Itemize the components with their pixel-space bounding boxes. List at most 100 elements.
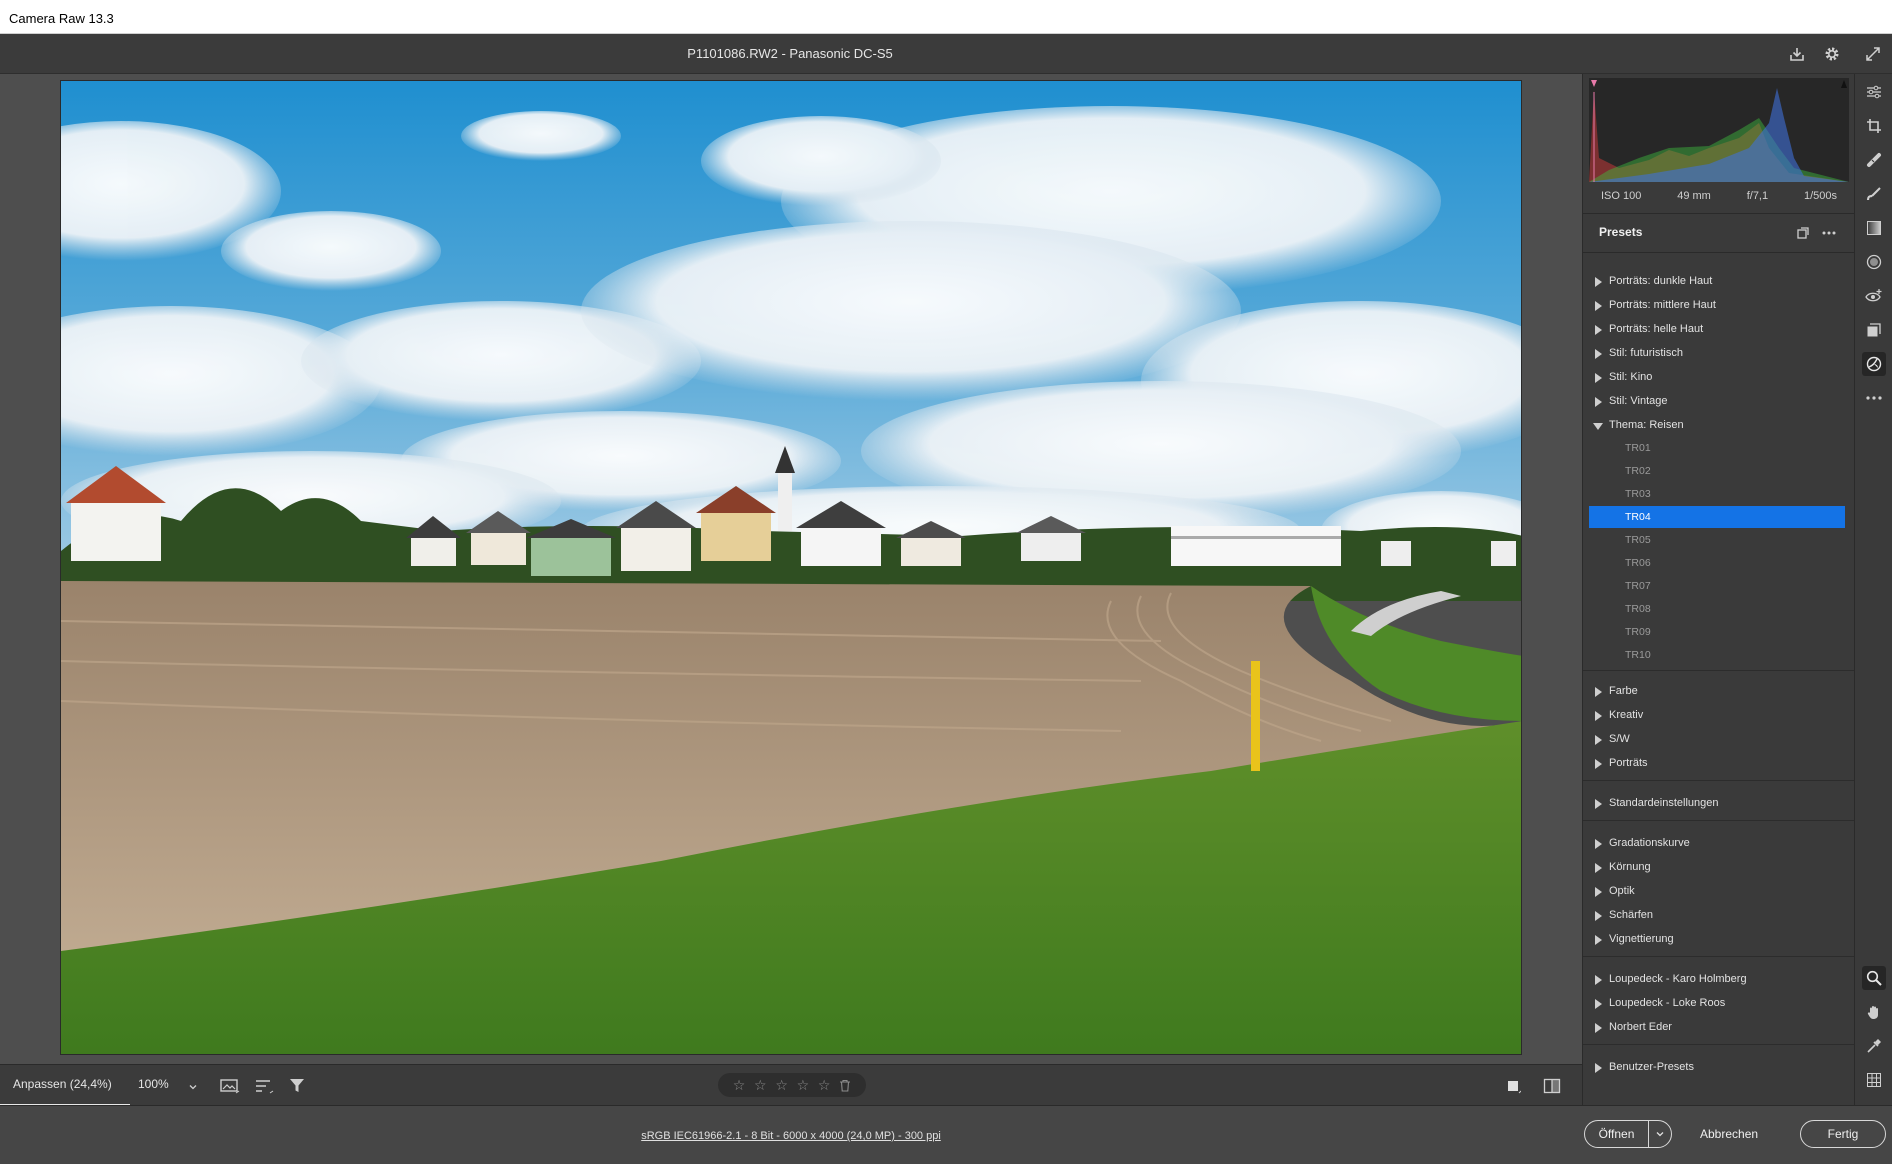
chevron-down-icon[interactable] (1649, 1121, 1671, 1147)
preset-group[interactable]: Schärfen (1583, 904, 1855, 928)
more-options-icon[interactable] (1819, 223, 1839, 243)
preset-group[interactable]: Loupedeck - Loke Roos (1583, 992, 1855, 1016)
sort-icon[interactable] (252, 1074, 276, 1098)
preset-item[interactable]: TR05 (1589, 529, 1845, 551)
red-eye-icon[interactable] (1862, 284, 1886, 308)
workflow-options-link[interactable]: sRGB IEC61966-2.1 - 8 Bit - 6000 x 4000 … (0, 1130, 1582, 1142)
star-icon[interactable]: ☆ (775, 1078, 788, 1092)
photo-preview[interactable] (60, 80, 1522, 1055)
preset-item-selected[interactable]: TR04 (1589, 506, 1845, 528)
presets-icon[interactable] (1862, 352, 1886, 376)
preset-item[interactable]: TR07 (1589, 575, 1845, 597)
preset-group[interactable]: Stil: futuristisch (1583, 342, 1855, 366)
shadow-clipping-icon[interactable] (1591, 80, 1597, 87)
preset-group[interactable]: Porträts: helle Haut (1583, 318, 1855, 342)
preset-group[interactable]: Optik (1583, 880, 1855, 904)
chevron-right-icon (1595, 839, 1602, 849)
preset-group[interactable]: S/W (1583, 728, 1855, 752)
star-icon[interactable]: ☆ (733, 1078, 746, 1092)
preset-group[interactable]: Farbe (1583, 680, 1855, 704)
edit-sliders-icon[interactable] (1862, 80, 1886, 104)
brush-icon[interactable] (1862, 182, 1886, 206)
chevron-right-icon (1595, 687, 1602, 697)
window-title: Camera Raw 13.3 (9, 11, 114, 26)
star-icon[interactable]: ☆ (754, 1078, 767, 1092)
preset-group[interactable]: Porträts (1583, 752, 1855, 776)
more-tools-icon[interactable] (1862, 386, 1886, 410)
preset-item[interactable]: TR10 (1589, 644, 1845, 666)
trash-icon[interactable] (839, 1079, 851, 1092)
zoom-level[interactable]: 100% (138, 1077, 169, 1091)
preset-group[interactable]: Kreativ (1583, 704, 1855, 728)
chevron-right-icon (1595, 1023, 1602, 1033)
preset-item[interactable]: TR08 (1589, 598, 1845, 620)
preset-group[interactable]: Benutzer-Presets (1583, 1056, 1855, 1080)
create-preset-icon[interactable] (1793, 223, 1813, 243)
snapshots-icon[interactable] (1862, 318, 1886, 342)
preset-item[interactable]: TR03 (1589, 483, 1845, 505)
graduated-filter-icon[interactable] (1862, 216, 1886, 240)
camera-raw-app: Camera Raw 13.3 P1101086.RW2 - Panasonic… (0, 0, 1892, 1164)
chevron-right-icon (1595, 799, 1602, 809)
eyedropper-icon[interactable] (1862, 1034, 1886, 1058)
presets-header: Presets (1583, 214, 1855, 252)
preset-group[interactable]: Stil: Kino (1583, 366, 1855, 390)
exif-info: ISO 100 49 mm f/7,1 1/500s (1589, 182, 1849, 210)
done-button[interactable]: Fertig (1800, 1120, 1886, 1148)
hand-icon[interactable] (1862, 1000, 1886, 1024)
filmstrip-icon[interactable] (218, 1074, 242, 1098)
radial-filter-icon[interactable] (1862, 250, 1886, 274)
star-icon[interactable]: ☆ (797, 1078, 810, 1092)
healing-brush-icon[interactable] (1862, 148, 1886, 172)
chevron-right-icon (1595, 887, 1602, 897)
crop-icon[interactable] (1862, 114, 1886, 138)
before-after-icon[interactable] (1540, 1074, 1564, 1098)
preset-item[interactable]: TR01 (1589, 437, 1845, 459)
cancel-button[interactable]: Abbrechen (1700, 1127, 1758, 1141)
chevron-right-icon (1595, 277, 1602, 287)
preset-item[interactable]: TR02 (1589, 460, 1845, 482)
preset-group[interactable]: Gradationskurve (1583, 832, 1855, 856)
filter-icon[interactable] (286, 1074, 310, 1098)
preset-group[interactable]: Vignettierung (1583, 928, 1855, 952)
preset-group[interactable]: Stil: Vintage (1583, 390, 1855, 414)
chevron-down-icon[interactable] (188, 1079, 198, 1097)
open-button[interactable]: Öffnen (1585, 1121, 1649, 1147)
zoom-fit-button[interactable]: Anpassen (24,4%) (0, 1065, 130, 1106)
gear-icon[interactable] (1820, 42, 1844, 66)
star-icon[interactable]: ☆ (818, 1078, 831, 1092)
zoom-icon[interactable] (1862, 966, 1886, 990)
open-button-group: Öffnen (1584, 1120, 1672, 1148)
grid-icon[interactable] (1862, 1068, 1886, 1092)
exif-focal: 49 mm (1677, 190, 1711, 202)
exif-aperture: f/7,1 (1746, 190, 1769, 202)
exif-iso: ISO 100 (1601, 190, 1642, 202)
preset-item[interactable]: TR09 (1589, 621, 1845, 643)
image-preview-area (0, 74, 1582, 1064)
presets-panel: ISO 100 49 mm f/7,1 1/500s Presets Portr… (1582, 74, 1855, 1105)
preset-group[interactable]: Loupedeck - Karo Holmberg (1583, 968, 1855, 992)
preset-group[interactable]: Körnung (1583, 856, 1855, 880)
landscape-photo (61, 81, 1521, 1054)
star-rating: ☆ ☆ ☆ ☆ ☆ (718, 1073, 866, 1097)
preset-group[interactable]: Standardeinstellungen (1583, 792, 1855, 816)
chevron-right-icon (1595, 349, 1602, 359)
chevron-right-icon (1595, 735, 1602, 745)
fullscreen-icon[interactable] (1861, 42, 1885, 66)
preset-group[interactable]: Porträts: dunkle Haut (1583, 270, 1855, 294)
preset-group[interactable]: Porträts: mittlere Haut (1583, 294, 1855, 318)
chevron-right-icon (1595, 325, 1602, 335)
preset-item[interactable]: TR06 (1589, 552, 1845, 574)
tool-strip (1854, 74, 1892, 1105)
chevron-right-icon (1595, 1063, 1602, 1073)
divider (1583, 956, 1855, 957)
preset-list: Porträts: dunkle Haut Porträts: mittlere… (1583, 252, 1855, 1105)
histogram[interactable] (1589, 78, 1849, 182)
highlight-clipping-icon[interactable] (1841, 80, 1847, 88)
preset-group[interactable]: Norbert Eder (1583, 1016, 1855, 1040)
preset-group-open[interactable]: Thema: Reisen (1583, 414, 1855, 438)
single-view-icon[interactable] (1501, 1074, 1525, 1098)
save-image-icon[interactable] (1785, 42, 1809, 66)
chevron-right-icon (1595, 935, 1602, 945)
file-title: P1101086.RW2 - Panasonic DC-S5 (687, 46, 893, 61)
